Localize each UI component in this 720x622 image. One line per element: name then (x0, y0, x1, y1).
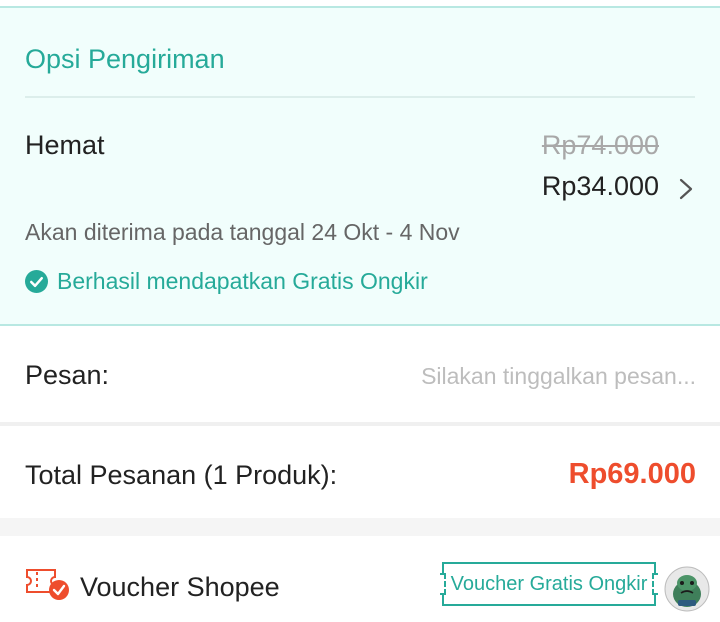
voucher-ticket-icon (26, 569, 69, 600)
section-separator (0, 518, 720, 536)
tag-notch (440, 573, 446, 595)
voucher-label: Voucher Shopee (80, 572, 280, 602)
free-shipping-voucher-tag[interactable]: Voucher Gratis Ongkir (440, 562, 658, 606)
order-total-label: Total Pesanan (1 Produk): (25, 460, 338, 490)
shipping-price: Rp34.000 (541, 171, 659, 201)
original-shipping-price: Rp74.000 (541, 130, 659, 160)
delivery-estimate: Akan diterima pada tanggal 24 Okt - 4 No… (25, 219, 460, 245)
divider (25, 96, 695, 98)
check-circle-icon (25, 269, 48, 293)
shipping-section-title: Opsi Pengiriman (25, 44, 225, 74)
voucher-row[interactable]: Voucher Shopee Voucher Gratis Ongkir (0, 536, 720, 622)
message-label: Pesan: (25, 360, 110, 390)
top-border (0, 0, 720, 8)
user-avatar (664, 566, 710, 612)
shipping-option-section[interactable]: Opsi Pengiriman Hemat Rp74.000 Rp34.000 … (0, 8, 720, 326)
voucher-tag-label: Voucher Gratis Ongkir (450, 572, 648, 595)
chevron-right-icon[interactable] (674, 174, 698, 204)
order-total-section: Total Pesanan (1 Produk): Rp69.000 (0, 426, 720, 518)
message-input[interactable] (366, 361, 696, 391)
free-shipping-text: Berhasil mendapatkan Gratis Ongkir (57, 267, 428, 294)
shipping-method-name: Hemat (25, 130, 105, 160)
tag-notch (652, 573, 658, 595)
free-shipping-status: Berhasil mendapatkan Gratis Ongkir (25, 266, 428, 296)
order-total-value: Rp69.000 (568, 458, 696, 490)
message-section: Pesan: (0, 326, 720, 422)
